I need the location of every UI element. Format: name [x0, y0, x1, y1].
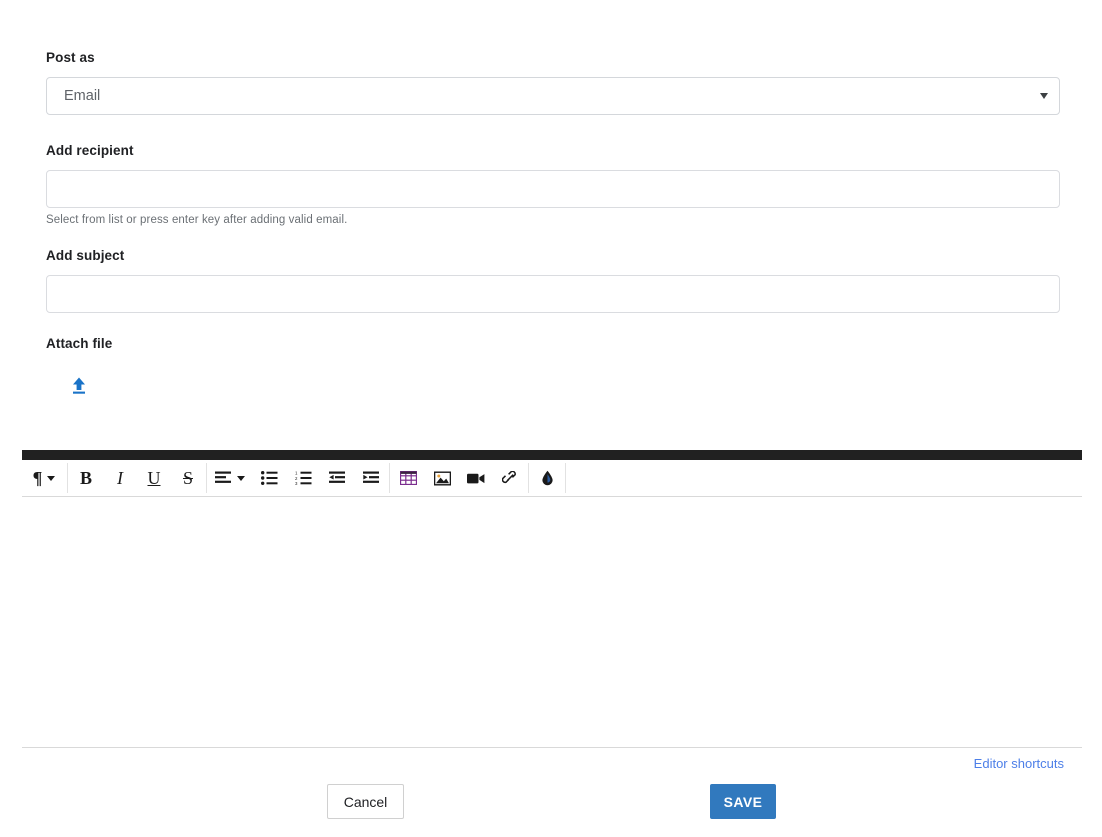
- post-as-field: Post as Email: [46, 50, 1060, 115]
- toolbar-group-format: ¶: [22, 460, 66, 496]
- image-icon: [433, 471, 451, 486]
- color-fill-button[interactable]: [530, 463, 564, 493]
- table-icon: [399, 471, 417, 485]
- chevron-down-icon: [237, 475, 245, 481]
- recipient-field: Add recipient Select from list or press …: [46, 143, 1060, 226]
- outdent-button[interactable]: [320, 463, 354, 493]
- strikethrough-button[interactable]: S: [171, 463, 205, 493]
- editor-toolbar: ¶ B I U S 1 2 3: [22, 460, 1082, 497]
- numbered-list-button[interactable]: 1 2 3: [286, 463, 320, 493]
- toolbar-group-color: [530, 460, 564, 496]
- italic-button[interactable]: I: [103, 463, 137, 493]
- align-left-icon: [215, 471, 231, 483]
- bullet-list-icon: [260, 471, 277, 485]
- attach-file-button[interactable]: [66, 373, 92, 399]
- underline-button[interactable]: U: [137, 463, 171, 493]
- insert-table-button[interactable]: [391, 463, 425, 493]
- toolbar-divider: [67, 463, 68, 493]
- compose-message-page: Post as Email Add recipient Select from …: [0, 0, 1102, 837]
- toolbar-group-lists: 1 2 3: [208, 460, 388, 496]
- toolbar-group-text-style: B I U S: [69, 460, 205, 496]
- editor-content-area[interactable]: [22, 497, 1082, 748]
- insert-link-button[interactable]: [493, 463, 527, 493]
- post-as-label: Post as: [46, 50, 95, 65]
- bold-button[interactable]: B: [69, 463, 103, 493]
- recipient-input[interactable]: [46, 170, 1060, 208]
- outdent-icon: [328, 471, 345, 483]
- insert-image-button[interactable]: [425, 463, 459, 493]
- compose-form: Post as Email Add recipient Select from …: [46, 50, 1060, 401]
- droplet-icon: [541, 470, 553, 486]
- attach-file-row: [46, 373, 1060, 401]
- toolbar-divider: [528, 463, 529, 493]
- insert-video-button[interactable]: [459, 463, 493, 493]
- rich-text-editor: ¶ B I U S 1 2 3: [22, 450, 1082, 748]
- attach-file-field: Attach file: [46, 336, 1060, 401]
- indent-icon: [362, 471, 379, 483]
- editor-shortcuts-link[interactable]: Editor shortcuts: [974, 756, 1064, 771]
- save-button[interactable]: SAVE: [710, 784, 776, 819]
- toolbar-divider: [565, 463, 566, 493]
- video-icon: [467, 473, 485, 483]
- bullet-list-button[interactable]: [252, 463, 286, 493]
- svg-text:3: 3: [295, 481, 298, 485]
- underline-icon: U: [147, 468, 161, 488]
- cancel-button[interactable]: Cancel: [327, 784, 404, 819]
- editor-top-bar: [22, 450, 1082, 460]
- subject-field: Add subject: [46, 248, 1060, 313]
- subject-label: Add subject: [46, 248, 125, 263]
- toolbar-group-insert: [391, 460, 527, 496]
- post-as-select[interactable]: Email: [46, 77, 1060, 115]
- recipient-helper-text: Select from list or press enter key afte…: [46, 214, 348, 226]
- post-as-select-wrap: Email: [46, 77, 1060, 115]
- toolbar-divider: [389, 463, 390, 493]
- paragraph-format-dropdown[interactable]: ¶: [22, 463, 66, 493]
- numbered-list-icon: 1 2 3: [295, 471, 311, 485]
- upload-icon: [73, 377, 85, 394]
- chevron-down-icon: [47, 475, 56, 481]
- recipient-label: Add recipient: [46, 143, 134, 158]
- toolbar-divider: [206, 463, 207, 493]
- italic-icon: I: [117, 468, 123, 488]
- indent-button[interactable]: [354, 463, 388, 493]
- subject-input[interactable]: [46, 275, 1060, 313]
- align-dropdown[interactable]: [208, 463, 252, 493]
- editor-shortcuts-row: Editor shortcuts: [974, 755, 1064, 773]
- attach-file-label: Attach file: [46, 336, 113, 351]
- bold-icon: B: [79, 468, 92, 488]
- pilcrow-icon: ¶: [32, 468, 43, 488]
- strikethrough-icon: S: [182, 468, 193, 488]
- link-icon: [501, 470, 516, 483]
